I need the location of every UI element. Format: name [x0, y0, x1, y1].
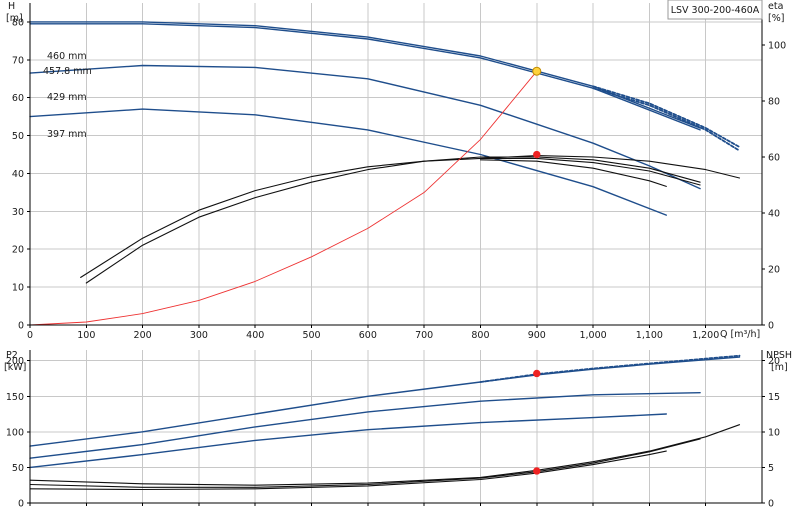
chart-title: LSV 300-200-460A	[667, 0, 763, 20]
power-npsh-chart: 05010015020005101520P2[kW]NPSH[m]	[4, 350, 792, 510]
x-axis-label: Q [m³/h]	[720, 329, 760, 340]
y-right-tick-label: 80	[768, 97, 780, 108]
y-right-tick-label: 60	[768, 153, 780, 164]
diameter-label-0: 460 mm	[47, 51, 87, 62]
curve-head-2	[29, 23, 701, 131]
x-tick-label: 500	[302, 330, 320, 341]
x-tick-label: 0	[27, 330, 33, 341]
y-left-tick-label: 150	[6, 392, 24, 403]
x-tick-label: 400	[246, 330, 264, 341]
y-right-axis-label-eta: eta	[768, 1, 783, 12]
title-text: LSV 300-200-460A	[671, 5, 760, 16]
y-left-tick-label: 70	[12, 55, 24, 66]
p2-axis-unit: [kW]	[4, 362, 26, 373]
curve-head-3	[29, 413, 667, 469]
curve-eff-7	[85, 155, 741, 284]
y-right-tick-label: 5	[768, 463, 774, 474]
duty-point-0	[533, 369, 541, 378]
x-tick-label: 200	[134, 330, 152, 341]
duty-point-1	[533, 467, 541, 475]
y-right-tick-label: 0	[768, 321, 774, 332]
x-tick-label: 100	[77, 330, 95, 341]
power-chart-labels: 05010015020005101520P2[kW]NPSH[m]	[4, 350, 792, 510]
head-chart-labels: 0 10 20 30 40 50 60 70 800 20 40 60 80 100 0 100 200 300 4…	[6, 1, 786, 341]
curve-head-dashed-1	[479, 354, 741, 383]
x-tick-label: 1,000	[579, 330, 606, 341]
y-right-tick-label: 100	[768, 41, 786, 52]
y-left-tick-label: 30	[12, 207, 24, 218]
y-right-tick-label: 40	[768, 209, 780, 220]
curve-eff-6	[80, 156, 701, 278]
duty-point-0	[532, 66, 542, 76]
power-chart-grid	[30, 350, 762, 503]
head-efficiency-chart: 0 10 20 30 40 50 60 70 800 20 40 60 80 100 0 100 200 300 4…	[6, 1, 786, 341]
p2-axis-label: P2	[6, 350, 18, 361]
npsh-axis-label: NPSH	[766, 350, 792, 361]
diameter-label-2: 429 mm	[47, 92, 87, 103]
y-right-axis-label-unit: [%]	[768, 13, 784, 24]
y-left-tick-label: 50	[12, 463, 24, 474]
power-chart-series	[29, 354, 741, 491]
y-right-tick-label: 15	[768, 392, 780, 403]
x-tick-label: 800	[471, 330, 489, 341]
chart-canvas: 010203040506070800204060801000 100 200 300 4…	[4, 0, 792, 510]
y-right-tick-label: 0	[768, 499, 774, 510]
y-left-tick-label: 10	[12, 283, 24, 294]
diameter-label-1: 457.8 mm	[43, 66, 92, 77]
y-left-tick-label: 50	[12, 131, 24, 142]
diameter-label-3: 397 mm	[47, 129, 87, 140]
y-left-tick-label: 40	[12, 169, 24, 180]
x-tick-label: 300	[190, 330, 208, 341]
curve-head-0	[29, 21, 701, 129]
y-left-tick-label: 0	[18, 321, 24, 332]
y-left-tick-label: 20	[12, 245, 24, 256]
y-right-tick-label: 20	[768, 265, 780, 276]
x-tick-label: 1,100	[636, 330, 663, 341]
curve-head-0	[29, 356, 741, 447]
y-right-tick-label: 10	[768, 427, 780, 438]
x-tick-label: 700	[415, 330, 433, 341]
y-left-tick-label: 60	[12, 93, 24, 104]
curve-eff-8	[479, 157, 701, 186]
x-tick-label: 900	[528, 330, 546, 341]
pump-curve-chart: 0 10 20 30 40 50 60 70 80 0 20 40 60 80 100 0 100 200 300 4…	[0, 0, 800, 520]
y-left-axis-label-h: H	[8, 1, 15, 12]
y-left-axis-label-unit: [m]	[6, 13, 23, 24]
y-left-tick-label: 0	[18, 499, 24, 510]
npsh-axis-unit: [m]	[771, 362, 788, 373]
duty-point-1	[533, 150, 541, 159]
x-tick-label: 1,200	[692, 330, 719, 341]
y-left-tick-label: 100	[6, 427, 24, 438]
x-tick-label: 600	[359, 330, 377, 341]
curve-head-5	[29, 108, 667, 216]
curve-head-2	[29, 392, 701, 459]
